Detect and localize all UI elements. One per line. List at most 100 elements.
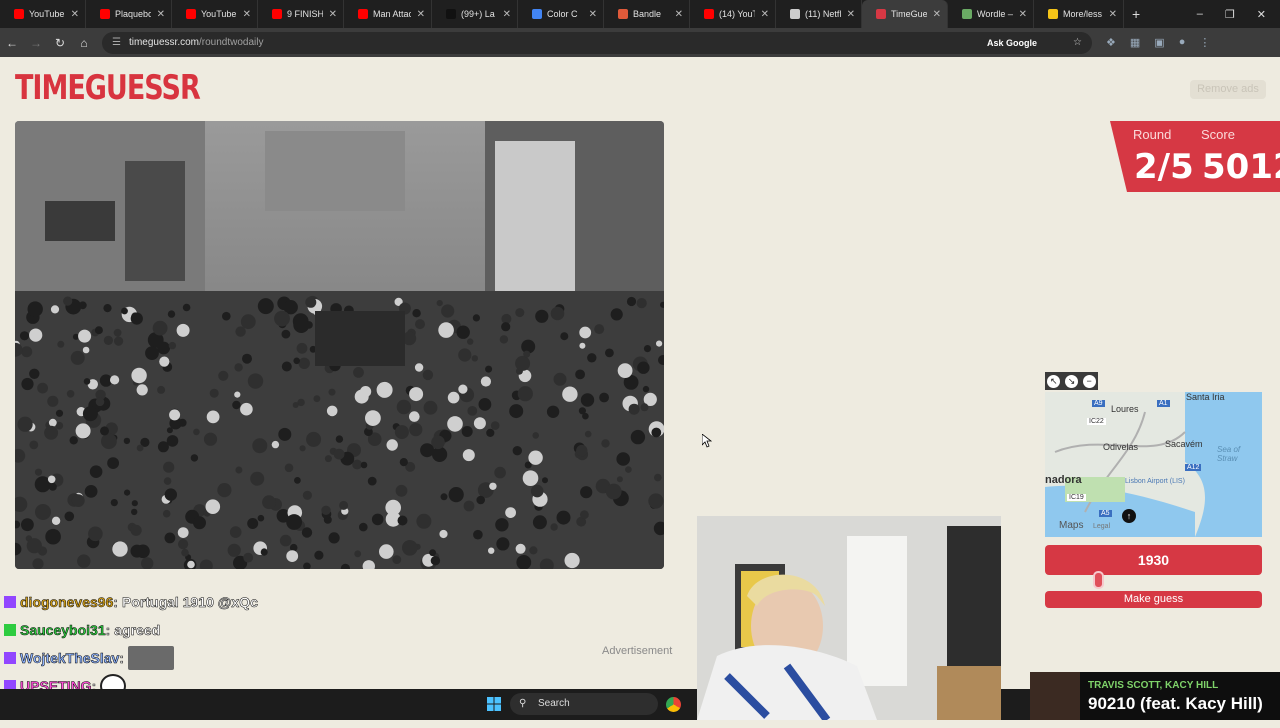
map-legal-link[interactable]: Legal [1093,523,1110,530]
tab-list: YouTube✕Plaqueboy✕YouTube✕9 FINISHE✕Man … [0,0,1124,28]
ask-google-button[interactable]: Ask Google [987,38,1037,48]
chat-emote [128,646,174,670]
tab-favicon-icon [14,9,24,19]
taskbar-search[interactable]: ⚲ Search [510,693,658,715]
close-tab-icon[interactable]: ✕ [589,9,597,20]
back-icon[interactable]: ← [0,36,24,50]
browser-tab[interactable]: Color C ✕ [518,0,604,28]
reload-icon[interactable]: ↻ [48,36,72,50]
year-slider[interactable] [1045,578,1262,582]
media-icon[interactable]: ▣ [1154,36,1164,49]
taskbar-search-label: Search [538,698,570,709]
chrome-taskbar-icon[interactable] [666,697,681,712]
album-art [1030,672,1080,720]
score-label: Score [1201,127,1235,142]
chat-text: agreed [114,622,161,639]
chat-username: diogoneves96 [20,594,114,611]
close-tab-icon[interactable]: ✕ [933,9,941,20]
make-guess-button[interactable]: Make guess [1045,591,1262,608]
browser-tab[interactable]: (99+) La b ✕ [432,0,518,28]
url-host: timeguessr.com [128,37,199,48]
forward-icon[interactable]: → [24,36,48,50]
close-tab-icon[interactable]: ✕ [157,9,165,20]
close-tab-icon[interactable]: ✕ [761,9,769,20]
browser-tab[interactable]: 9 FINISHE ✕ [258,0,344,28]
browser-tab[interactable]: TimeGues ✕ [862,0,948,28]
year-slider-thumb[interactable] [1093,571,1105,589]
close-tab-icon[interactable]: ✕ [847,9,855,20]
twitch-badge-icon [4,596,16,608]
browser-tab[interactable]: More/less ✕ [1034,0,1124,28]
pin-map-icon[interactable]: − [1082,374,1096,388]
puzzle-icon[interactable]: ▦ [1130,36,1140,49]
close-tab-icon[interactable]: ✕ [1019,9,1027,20]
map-place-sea-of-straw: Sea of Straw [1217,445,1241,463]
year-display: 1930 [1045,545,1262,575]
omnibox[interactable]: ☰ timeguessr.com/roundtwodaily Ask Googl… [102,31,1092,54]
browser-tab[interactable]: YouTube ✕ [0,0,86,28]
round-score-panel: Round Score 2/5 5012 [1110,121,1280,192]
compass-icon[interactable]: ↑ [1122,509,1136,523]
expand-map-icon[interactable]: ↖ [1047,374,1061,388]
restore-icon[interactable]: ❐ [1225,8,1235,21]
site-info-icon[interactable]: ☰ [112,37,121,48]
browser-tab[interactable]: (14) YouTu ✕ [690,0,776,28]
guess-map[interactable]: Loures Santa Iria Odivelas Sacavém Sea o… [1045,392,1262,537]
new-tab-button[interactable]: + [1124,6,1148,22]
browser-tab[interactable]: Plaqueboy ✕ [86,0,172,28]
minimize-icon[interactable]: – [1197,8,1203,20]
close-tab-icon[interactable]: ✕ [71,9,79,20]
tab-label: TimeGues [891,9,927,19]
browser-tab[interactable]: Wordle — ✕ [948,0,1034,28]
apple-maps-label: Maps [1059,520,1084,531]
close-tab-icon[interactable]: ✕ [1109,9,1117,20]
timeguessr-logo[interactable]: TIMEGUESSR [15,65,201,113]
tab-label: Plaqueboy [115,9,151,19]
song-artist: TRAVIS SCOTT, KACY HILL [1088,680,1219,691]
browser-tab[interactable]: Bandle ✕ [604,0,690,28]
map-place-sacavem: Sacavém [1165,439,1203,449]
home-icon[interactable]: ⌂ [72,36,96,50]
close-tab-icon[interactable]: ✕ [417,9,425,20]
tab-label: YouTube [29,9,65,19]
profile-avatar[interactable]: ● [1179,36,1186,49]
tab-label: Color C [547,9,578,19]
road-label: IC22 [1087,418,1106,425]
crowd-street-photo [15,121,664,569]
tab-favicon-icon [790,9,800,19]
chat-username: Sauceyboi31 [20,622,106,639]
round-value: 2/5 [1134,147,1194,187]
chat-message: Sauceyboi31: agreed [4,616,334,644]
extension-icon[interactable]: ❖ [1106,36,1116,49]
tab-favicon-icon [186,9,196,19]
remove-ads-button[interactable]: Remove ads [1190,80,1266,99]
close-tab-icon[interactable]: ✕ [503,9,511,20]
shrink-map-icon[interactable]: ↘ [1064,374,1078,388]
browser-tab[interactable]: (11) Netfli ✕ [776,0,862,28]
tab-favicon-icon [272,9,282,19]
mouse-cursor-icon [702,434,712,448]
tab-label: (11) Netfli [805,9,841,19]
browser-tab[interactable]: Man Attac ✕ [344,0,432,28]
browser-tab-strip: YouTube✕Plaqueboy✕YouTube✕9 FINISHE✕Man … [0,0,1280,28]
webcam-feed [697,516,1001,720]
tab-favicon-icon [532,9,542,19]
close-window-icon[interactable]: ✕ [1257,8,1266,21]
browser-tab[interactable]: YouTube ✕ [172,0,258,28]
url-path: /roundtwodaily [199,37,264,48]
tab-label: Man Attac [373,9,411,19]
close-tab-icon[interactable]: ✕ [675,9,683,20]
tab-label: (99+) La b [461,9,497,19]
tab-favicon-icon [446,9,456,19]
close-tab-icon[interactable]: ✕ [243,9,251,20]
kebab-menu-icon[interactable]: ⋮ [1199,36,1210,49]
road-label: IC19 [1067,494,1086,501]
bookmark-star-icon[interactable]: ☆ [1073,37,1082,48]
twitch-badge-icon [4,652,16,664]
map-place-santa-iria: Santa Iria [1186,392,1225,402]
tab-label: YouTube [201,9,237,19]
road-label: A12 [1185,464,1202,471]
windows-start-icon[interactable] [487,697,501,711]
tab-favicon-icon [1048,9,1058,19]
close-tab-icon[interactable]: ✕ [329,9,337,20]
